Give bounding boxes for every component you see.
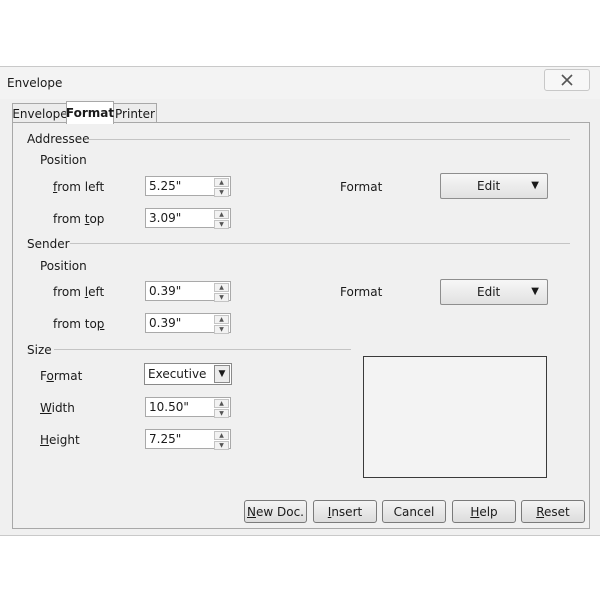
spin-down-icon[interactable]: ▼ bbox=[214, 325, 229, 334]
size-format-label: Format bbox=[40, 369, 83, 383]
new-doc-label: New Doc. bbox=[247, 504, 304, 519]
sender-from-left-spinner[interactable]: 0.39" ▲ ▼ bbox=[145, 281, 231, 302]
sender-from-left-label: from left bbox=[53, 285, 105, 299]
addressee-edit-label: Edit bbox=[477, 179, 501, 193]
tab-printer-label: Printer bbox=[115, 106, 155, 121]
sender-format-label: Format bbox=[340, 285, 383, 299]
addressee-from-left-spinner[interactable]: 5.25" ▲ ▼ bbox=[145, 176, 231, 197]
size-width-label: Width bbox=[40, 401, 75, 415]
size-format-select[interactable]: Executive ▼ bbox=[144, 363, 232, 385]
reset-label: Reset bbox=[536, 504, 570, 519]
dropdown-arrow-icon: ▼ bbox=[531, 180, 539, 191]
addressee-position-label: Position bbox=[40, 153, 87, 167]
dropdown-arrow-icon: ▼ bbox=[531, 286, 539, 297]
size-heading: Size bbox=[27, 343, 52, 357]
spin-down-icon[interactable]: ▼ bbox=[214, 409, 229, 418]
close-icon bbox=[561, 74, 573, 86]
reset-button[interactable]: Reset bbox=[521, 500, 585, 523]
addressee-edit-button[interactable]: Edit ▼ bbox=[440, 173, 548, 199]
cancel-button[interactable]: Cancel bbox=[382, 500, 446, 523]
spin-down-icon[interactable]: ▼ bbox=[214, 188, 229, 197]
size-divider bbox=[54, 349, 351, 350]
spin-down-icon[interactable]: ▼ bbox=[214, 441, 229, 450]
close-button[interactable] bbox=[544, 69, 590, 91]
sender-from-top-label: from top bbox=[53, 317, 105, 331]
help-label: Help bbox=[470, 504, 498, 519]
tab-envelope-label: Envelope bbox=[12, 106, 68, 121]
envelope-preview bbox=[363, 356, 547, 478]
addressee-from-left-value: 5.25" bbox=[149, 179, 182, 193]
tab-printer[interactable]: Printer bbox=[113, 103, 157, 123]
tab-format-label: Format bbox=[65, 106, 115, 120]
sender-edit-label: Edit bbox=[477, 285, 501, 299]
sender-heading: Sender bbox=[27, 237, 70, 251]
new-doc-button[interactable]: New Doc. bbox=[244, 500, 307, 523]
window-title: Envelope bbox=[7, 76, 63, 90]
addressee-from-top-spinner[interactable]: 3.09" ▲ ▼ bbox=[145, 208, 231, 229]
sender-from-top-spinner[interactable]: 0.39" ▲ ▼ bbox=[145, 313, 231, 334]
size-width-value: 10.50" bbox=[149, 400, 189, 414]
sender-edit-button[interactable]: Edit ▼ bbox=[440, 279, 548, 305]
insert-label: Insert bbox=[327, 504, 363, 519]
spin-down-icon[interactable]: ▼ bbox=[214, 220, 229, 229]
sender-from-top-value: 0.39" bbox=[149, 316, 182, 330]
tab-format[interactable]: Format bbox=[66, 101, 114, 124]
spin-up-icon[interactable]: ▲ bbox=[214, 210, 229, 219]
spin-up-icon[interactable]: ▲ bbox=[214, 283, 229, 292]
chevron-down-icon[interactable]: ▼ bbox=[214, 365, 230, 383]
spin-up-icon[interactable]: ▲ bbox=[214, 431, 229, 440]
help-button[interactable]: Help bbox=[452, 500, 516, 523]
size-height-value: 7.25" bbox=[149, 432, 182, 446]
spin-up-icon[interactable]: ▲ bbox=[214, 178, 229, 187]
addressee-from-top-label: from top bbox=[53, 212, 105, 226]
size-height-label: Height bbox=[40, 433, 80, 447]
tab-envelope[interactable]: Envelope bbox=[12, 103, 68, 123]
cancel-label: Cancel bbox=[393, 504, 435, 519]
sender-from-left-value: 0.39" bbox=[149, 284, 182, 298]
spin-up-icon[interactable]: ▲ bbox=[214, 399, 229, 408]
size-width-spinner[interactable]: 10.50" ▲ ▼ bbox=[145, 397, 231, 418]
addressee-from-left-label: from left bbox=[53, 180, 105, 194]
size-format-value: Executive bbox=[148, 367, 207, 381]
addressee-from-top-value: 3.09" bbox=[149, 211, 182, 225]
addressee-divider bbox=[86, 139, 570, 140]
sender-position-label: Position bbox=[40, 259, 87, 273]
spin-down-icon[interactable]: ▼ bbox=[214, 293, 229, 302]
addressee-format-label: Format bbox=[340, 180, 383, 194]
size-height-spinner[interactable]: 7.25" ▲ ▼ bbox=[145, 429, 231, 450]
insert-button[interactable]: Insert bbox=[313, 500, 377, 523]
addressee-heading: Addressee bbox=[27, 132, 90, 146]
title-bar: Envelope bbox=[0, 67, 600, 99]
spin-up-icon[interactable]: ▲ bbox=[214, 315, 229, 324]
sender-divider bbox=[70, 243, 570, 244]
